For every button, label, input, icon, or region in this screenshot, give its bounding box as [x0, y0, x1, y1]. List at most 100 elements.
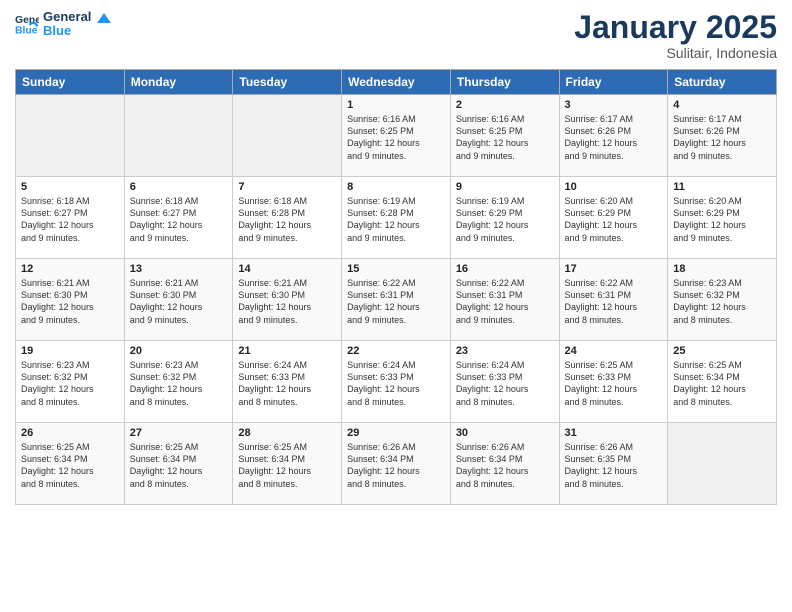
col-wednesday: Wednesday [342, 70, 451, 95]
day-info: Sunrise: 6:23 AM Sunset: 6:32 PM Dayligh… [673, 277, 771, 326]
table-cell [16, 95, 125, 177]
day-info: Sunrise: 6:18 AM Sunset: 6:27 PM Dayligh… [21, 195, 119, 244]
day-number: 29 [347, 427, 445, 439]
col-tuesday: Tuesday [233, 70, 342, 95]
table-cell: 25 Sunrise: 6:25 AM Sunset: 6:34 PM Dayli… [668, 341, 777, 423]
day-number: 9 [456, 181, 554, 193]
day-number: 19 [21, 345, 119, 357]
day-number: 18 [673, 263, 771, 275]
day-info: Sunrise: 6:17 AM Sunset: 6:26 PM Dayligh… [673, 113, 771, 162]
table-cell: 23 Sunrise: 6:24 AM Sunset: 6:33 PM Dayli… [450, 341, 559, 423]
day-info: Sunrise: 6:25 AM Sunset: 6:34 PM Dayligh… [673, 359, 771, 408]
day-number: 26 [21, 427, 119, 439]
col-monday: Monday [124, 70, 233, 95]
day-number: 12 [21, 263, 119, 275]
day-info: Sunrise: 6:21 AM Sunset: 6:30 PM Dayligh… [238, 277, 336, 326]
table-cell: 1Sunrise: 6:16 AM Sunset: 6:25 PM Daylig… [342, 95, 451, 177]
table-cell: 31Sunrise: 6:26 AM Sunset: 6:35 PM Dayli… [559, 423, 668, 505]
day-number: 21 [238, 345, 336, 357]
table-cell: 2 Sunrise: 6:16 AM Sunset: 6:25 PM Daylig… [450, 95, 559, 177]
day-number: 11 [673, 181, 771, 193]
day-number: 27 [130, 427, 228, 439]
day-info: Sunrise: 6:20 AM Sunset: 6:29 PM Dayligh… [565, 195, 663, 244]
month-title: January 2025 [574, 10, 777, 45]
table-cell: 29 Sunrise: 6:26 AM Sunset: 6:34 PM Dayli… [342, 423, 451, 505]
day-info: Sunrise: 6:24 AM Sunset: 6:33 PM Dayligh… [347, 359, 445, 408]
col-sunday: Sunday [16, 70, 125, 95]
day-number: 14 [238, 263, 336, 275]
day-number: 16 [456, 263, 554, 275]
day-number: 13 [130, 263, 228, 275]
day-info: Sunrise: 6:19 AM Sunset: 6:29 PM Dayligh… [456, 195, 554, 244]
day-info: Sunrise: 6:25 AM Sunset: 6:34 PM Dayligh… [130, 441, 228, 490]
header: General Blue General Blue January 2025 S… [15, 10, 777, 61]
day-number: 24 [565, 345, 663, 357]
day-info: Sunrise: 6:26 AM Sunset: 6:34 PM Dayligh… [347, 441, 445, 490]
table-cell: 3Sunrise: 6:17 AM Sunset: 6:26 PM Daylig… [559, 95, 668, 177]
day-info: Sunrise: 6:16 AM Sunset: 6:25 PM Dayligh… [456, 113, 554, 162]
day-info: Sunrise: 6:26 AM Sunset: 6:35 PM Dayligh… [565, 441, 663, 490]
logo-icon: General Blue [15, 12, 39, 36]
table-cell: 17 Sunrise: 6:22 AM Sunset: 6:31 PM Dayli… [559, 259, 668, 341]
page: General Blue General Blue January 2025 S… [0, 0, 792, 612]
day-info: Sunrise: 6:22 AM Sunset: 6:31 PM Dayligh… [347, 277, 445, 326]
table-cell: 15 Sunrise: 6:22 AM Sunset: 6:31 PM Dayli… [342, 259, 451, 341]
day-info: Sunrise: 6:21 AM Sunset: 6:30 PM Dayligh… [21, 277, 119, 326]
day-info: Sunrise: 6:24 AM Sunset: 6:33 PM Dayligh… [456, 359, 554, 408]
day-number: 1 [347, 99, 445, 111]
table-cell: 21 Sunrise: 6:24 AM Sunset: 6:33 PM Dayli… [233, 341, 342, 423]
day-info: Sunrise: 6:25 AM Sunset: 6:34 PM Dayligh… [21, 441, 119, 490]
day-info: Sunrise: 6:26 AM Sunset: 6:34 PM Dayligh… [456, 441, 554, 490]
table-cell: 16 Sunrise: 6:22 AM Sunset: 6:31 PM Dayli… [450, 259, 559, 341]
table-cell [124, 95, 233, 177]
day-info: Sunrise: 6:19 AM Sunset: 6:28 PM Dayligh… [347, 195, 445, 244]
table-cell: 26 Sunrise: 6:25 AM Sunset: 6:34 PM Dayli… [16, 423, 125, 505]
day-number: 15 [347, 263, 445, 275]
day-number: 4 [673, 99, 771, 111]
day-info: Sunrise: 6:23 AM Sunset: 6:32 PM Dayligh… [130, 359, 228, 408]
table-cell: 5 Sunrise: 6:18 AM Sunset: 6:27 PM Daylig… [16, 177, 125, 259]
day-number: 28 [238, 427, 336, 439]
title-block: January 2025 Sulitair, Indonesia [574, 10, 777, 61]
table-cell: 19 Sunrise: 6:23 AM Sunset: 6:32 PM Dayli… [16, 341, 125, 423]
table-cell: 14 Sunrise: 6:21 AM Sunset: 6:30 PM Dayli… [233, 259, 342, 341]
day-number: 17 [565, 263, 663, 275]
location: Sulitair, Indonesia [574, 45, 777, 61]
table-cell: 6Sunrise: 6:18 AM Sunset: 6:27 PM Daylig… [124, 177, 233, 259]
day-number: 2 [456, 99, 554, 111]
col-friday: Friday [559, 70, 668, 95]
table-cell: 7Sunrise: 6:18 AM Sunset: 6:28 PM Daylig… [233, 177, 342, 259]
day-info: Sunrise: 6:20 AM Sunset: 6:29 PM Dayligh… [673, 195, 771, 244]
day-number: 22 [347, 345, 445, 357]
day-info: Sunrise: 6:25 AM Sunset: 6:33 PM Dayligh… [565, 359, 663, 408]
logo-blue: Blue [43, 24, 111, 38]
table-cell: 18 Sunrise: 6:23 AM Sunset: 6:32 PM Dayli… [668, 259, 777, 341]
table-cell: 11 Sunrise: 6:20 AM Sunset: 6:29 PM Dayli… [668, 177, 777, 259]
day-info: Sunrise: 6:22 AM Sunset: 6:31 PM Dayligh… [456, 277, 554, 326]
day-info: Sunrise: 6:21 AM Sunset: 6:30 PM Dayligh… [130, 277, 228, 326]
day-number: 8 [347, 181, 445, 193]
table-cell: 22 Sunrise: 6:24 AM Sunset: 6:33 PM Dayli… [342, 341, 451, 423]
day-number: 6 [130, 181, 228, 193]
day-info: Sunrise: 6:23 AM Sunset: 6:32 PM Dayligh… [21, 359, 119, 408]
table-cell [668, 423, 777, 505]
table-cell: 20 Sunrise: 6:23 AM Sunset: 6:32 PM Dayli… [124, 341, 233, 423]
table-cell: 28Sunrise: 6:25 AM Sunset: 6:34 PM Dayli… [233, 423, 342, 505]
day-number: 23 [456, 345, 554, 357]
col-saturday: Saturday [668, 70, 777, 95]
table-cell: 24 Sunrise: 6:25 AM Sunset: 6:33 PM Dayli… [559, 341, 668, 423]
table-cell: 13 Sunrise: 6:21 AM Sunset: 6:30 PM Dayli… [124, 259, 233, 341]
table-cell: 10Sunrise: 6:20 AM Sunset: 6:29 PM Dayli… [559, 177, 668, 259]
table-cell: 27 Sunrise: 6:25 AM Sunset: 6:34 PM Dayli… [124, 423, 233, 505]
calendar: Sunday Monday Tuesday Wednesday Thursday… [15, 69, 777, 505]
table-cell [233, 95, 342, 177]
day-info: Sunrise: 6:22 AM Sunset: 6:31 PM Dayligh… [565, 277, 663, 326]
day-number: 3 [565, 99, 663, 111]
day-number: 20 [130, 345, 228, 357]
logo: General Blue General Blue [15, 10, 111, 39]
day-info: Sunrise: 6:24 AM Sunset: 6:33 PM Dayligh… [238, 359, 336, 408]
day-number: 5 [21, 181, 119, 193]
day-number: 25 [673, 345, 771, 357]
logo-general: General [43, 10, 111, 24]
table-cell: 30Sunrise: 6:26 AM Sunset: 6:34 PM Dayli… [450, 423, 559, 505]
